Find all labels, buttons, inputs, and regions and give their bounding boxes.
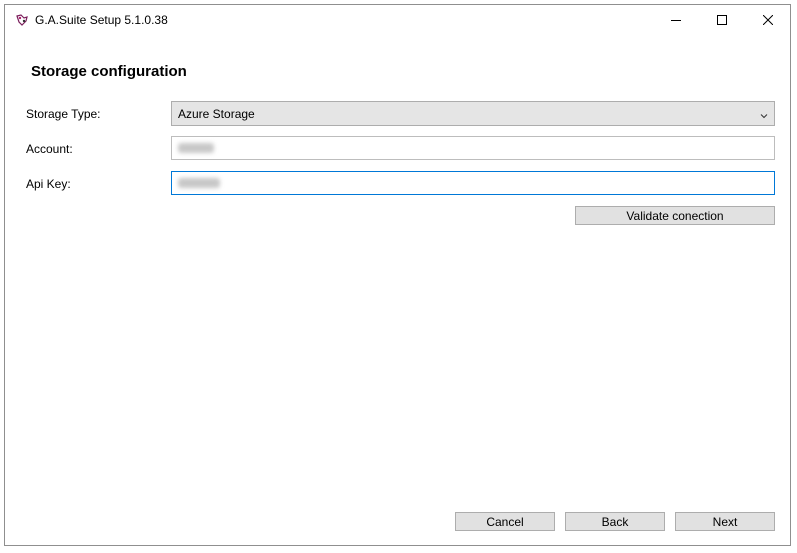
title-bar[interactable]: G.A.Suite Setup 5.1.0.38 (5, 5, 790, 35)
close-icon (763, 15, 773, 25)
minimize-button[interactable] (653, 5, 699, 35)
window-title: G.A.Suite Setup 5.1.0.38 (35, 13, 168, 27)
storage-type-value: Azure Storage (178, 107, 255, 121)
validate-connection-button[interactable]: Validate conection (575, 206, 775, 225)
account-field[interactable] (171, 136, 775, 160)
maximize-button[interactable] (699, 5, 745, 35)
chevron-down-icon (760, 109, 768, 123)
api-key-label: Api Key: (26, 177, 71, 191)
cancel-button[interactable]: Cancel (455, 512, 555, 531)
setup-window: G.A.Suite Setup 5.1.0.38 Storage configu… (4, 4, 791, 546)
api-key-field[interactable] (171, 171, 775, 195)
page-title: Storage configuration (31, 63, 187, 80)
close-button[interactable] (745, 5, 791, 35)
account-value-redacted (178, 143, 214, 153)
maximize-icon (717, 15, 727, 25)
account-label: Account: (26, 142, 73, 156)
storage-type-label: Storage Type: (26, 107, 101, 121)
back-button[interactable]: Back (565, 512, 665, 531)
storage-type-select[interactable]: Azure Storage (171, 101, 775, 126)
app-icon (15, 13, 29, 27)
minimize-icon (671, 15, 681, 25)
api-key-value-redacted (178, 178, 220, 188)
next-button[interactable]: Next (675, 512, 775, 531)
